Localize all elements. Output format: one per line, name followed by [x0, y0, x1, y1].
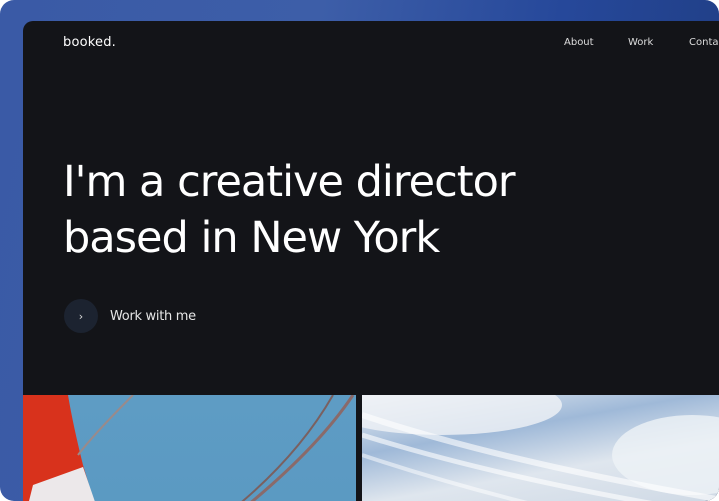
- hero-title: I'm a creative director based in New Yor…: [63, 154, 516, 266]
- nav-about[interactable]: About: [564, 37, 594, 48]
- logo[interactable]: booked.: [63, 35, 116, 50]
- portfolio-image-clouds[interactable]: [362, 395, 719, 501]
- image-art: [362, 395, 719, 501]
- hero-line-1: I'm a creative director: [63, 157, 516, 207]
- nav-contact[interactable]: Contact: [689, 37, 719, 48]
- work-with-me-button[interactable]: › Work with me: [64, 299, 196, 333]
- cta-label: Work with me: [110, 308, 196, 324]
- chevron-right-icon: ›: [64, 299, 98, 333]
- image-art: [23, 395, 355, 501]
- portfolio-image-sky-athlete[interactable]: [23, 395, 356, 501]
- hero-line-2: based in New York: [63, 213, 440, 263]
- browser-frame: booked. About Work Contact I'm a creativ…: [0, 0, 719, 501]
- website-panel: booked. About Work Contact I'm a creativ…: [23, 21, 719, 501]
- nav-work[interactable]: Work: [628, 37, 653, 48]
